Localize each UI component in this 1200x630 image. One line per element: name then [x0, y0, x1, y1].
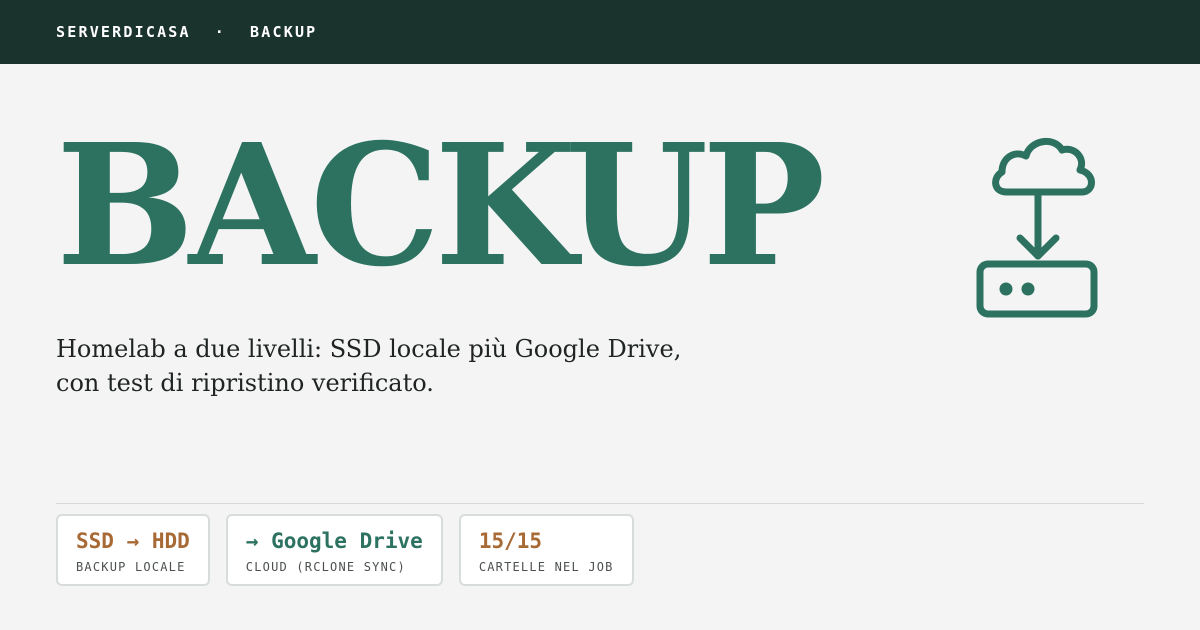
breadcrumb-separator: ·	[214, 23, 227, 41]
stat-label: CLOUD (RCLONE SYNC)	[245, 560, 406, 574]
top-bar: SERVERDICASA · BACKUP	[0, 0, 1200, 64]
subtitle-line-2: con test di ripristino verificato.	[56, 369, 434, 397]
section-name: BACKUP	[250, 23, 318, 41]
stat-value: → Google Drive	[245, 529, 423, 553]
hero-subtitle: Homelab a due livelli: SSD locale più Go…	[56, 332, 756, 400]
page-title: BACKUP	[56, 106, 825, 304]
stat-card-cloud: → Google Drive CLOUD (RCLONE SYNC)	[225, 514, 443, 586]
stats-row: SSD → HDD BACKUP LOCALE → Google Drive C…	[56, 514, 634, 586]
stat-label: BACKUP LOCALE	[76, 560, 186, 574]
divider	[56, 503, 1144, 504]
stat-value: SSD → HDD	[76, 529, 190, 553]
site-name[interactable]: SERVERDICASA	[56, 23, 191, 41]
stat-value: 15/15	[478, 529, 543, 553]
subtitle-line-1: Homelab a due livelli: SSD locale più Go…	[56, 335, 682, 363]
stat-card-local-backup: SSD → HDD BACKUP LOCALE	[56, 514, 210, 586]
cloud-download-icon	[972, 126, 1104, 322]
stat-card-folders: 15/15 CARTELLE NEL JOB	[458, 514, 634, 586]
stat-label: CARTELLE NEL JOB	[478, 560, 614, 574]
